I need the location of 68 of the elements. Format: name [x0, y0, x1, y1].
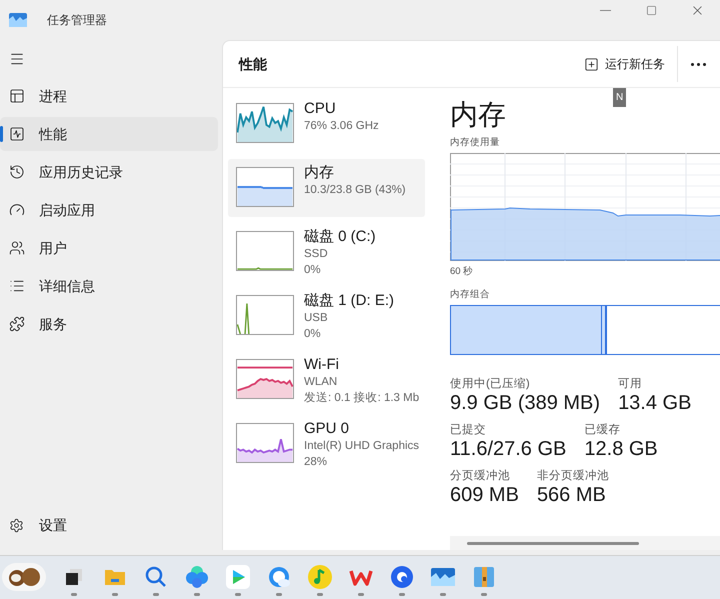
puzzle-icon	[9, 316, 25, 332]
run-new-task-button[interactable]: 运行新任务	[578, 49, 671, 79]
nav-item[interactable]: 用户	[0, 231, 218, 265]
stat-value: 12.8 GB	[584, 436, 658, 461]
device-name: 内存	[304, 164, 335, 182]
device-name: 磁盘 1 (D: E:)	[304, 292, 394, 310]
device-name: 磁盘 0 (C:)	[304, 228, 376, 246]
menu-icon	[9, 51, 25, 67]
coconut-icon[interactable]	[6, 566, 42, 586]
detail-title: 内存	[450, 98, 507, 132]
device-item[interactable]: GPU 0 Intel(R) UHD Graphics 28%	[228, 415, 425, 473]
device-name: Wi-Fi	[304, 356, 340, 374]
chart-label: 内存使用量	[450, 136, 501, 150]
nav-item[interactable]: 性能	[0, 117, 218, 151]
chat-icon[interactable]	[389, 564, 415, 590]
performance-icon	[9, 126, 25, 142]
page-title: 性能	[239, 54, 267, 74]
stat-value: 13.4 GB	[618, 390, 692, 415]
device-item[interactable]: CPU 76% 3.06 GHz	[228, 95, 425, 153]
stat-value: 566 MB	[536, 482, 607, 507]
device-detail: 发送: 0.1 接收: 1.3 Mb	[304, 390, 420, 406]
nav-item[interactable]: 详细信息	[0, 269, 218, 303]
time-axis-label: 60 秒	[450, 265, 474, 280]
maximize-icon	[646, 4, 656, 16]
tooltip: N	[613, 88, 626, 107]
music-note-icon[interactable]	[307, 564, 333, 590]
stat-label: 可用	[618, 376, 644, 391]
device-detail: 0%	[304, 263, 322, 278]
window-title: 任务管理器	[47, 12, 107, 29]
stat-label: 分页缓冲池	[450, 468, 511, 483]
device-detail: 10.3/23.8 GB (43%)	[304, 183, 406, 198]
device-detail: USB	[304, 311, 329, 326]
stat-label: 已提交	[450, 422, 487, 437]
stat-value: 9.9 GB (389 MB)	[450, 390, 600, 415]
device-detail: 0%	[304, 327, 322, 342]
device-detail: Intel(R) UHD Graphics	[304, 439, 420, 454]
device-name: GPU 0	[304, 420, 350, 438]
device-item[interactable]: 磁盘 1 (D: E:) USB 0%	[228, 287, 425, 345]
nav-item[interactable]: 服务	[0, 307, 218, 341]
nav-item[interactable]: 应用历史记录	[0, 155, 218, 189]
users-icon	[9, 240, 25, 256]
device-item[interactable]: Wi-Fi WLAN 发送: 0.1 接收: 1.3 Mb	[228, 351, 425, 409]
device-item[interactable]: 内存 10.3/23.8 GB (43%)	[228, 159, 425, 217]
new-task-icon	[584, 56, 599, 72]
play-icon[interactable]	[225, 564, 251, 590]
device-detail: 76% 3.06 GHz	[304, 119, 379, 134]
nav-item[interactable]: 进程	[0, 79, 218, 113]
app-icon	[9, 13, 27, 27]
stat-value: 11.6/27.6 GB	[450, 436, 566, 461]
horizontal-scrollbar[interactable]	[450, 536, 720, 550]
history-icon	[9, 164, 25, 180]
nav-item[interactable]: 启动应用	[0, 193, 218, 227]
settings-icon	[9, 518, 24, 532]
stat-label: 使用中(已压缩)	[450, 376, 531, 391]
device-name: CPU	[304, 100, 337, 118]
composition-label: 内存组合	[450, 288, 491, 302]
settings-item[interactable]: 设置	[0, 508, 222, 542]
clover-icon[interactable]	[184, 564, 210, 590]
more-icon	[690, 62, 706, 66]
device-detail: WLAN	[304, 375, 338, 390]
stat-label: 非分页缓冲池	[536, 468, 609, 483]
processes-icon	[9, 88, 25, 104]
gauge-icon	[9, 202, 25, 218]
device-detail: SSD	[304, 247, 329, 262]
device-item[interactable]: 磁盘 0 (C:) SSD 0%	[228, 223, 425, 281]
stat-value: 609 MB	[450, 482, 519, 507]
device-detail: 28%	[304, 455, 328, 470]
stat-label: 已缓存	[584, 422, 622, 437]
